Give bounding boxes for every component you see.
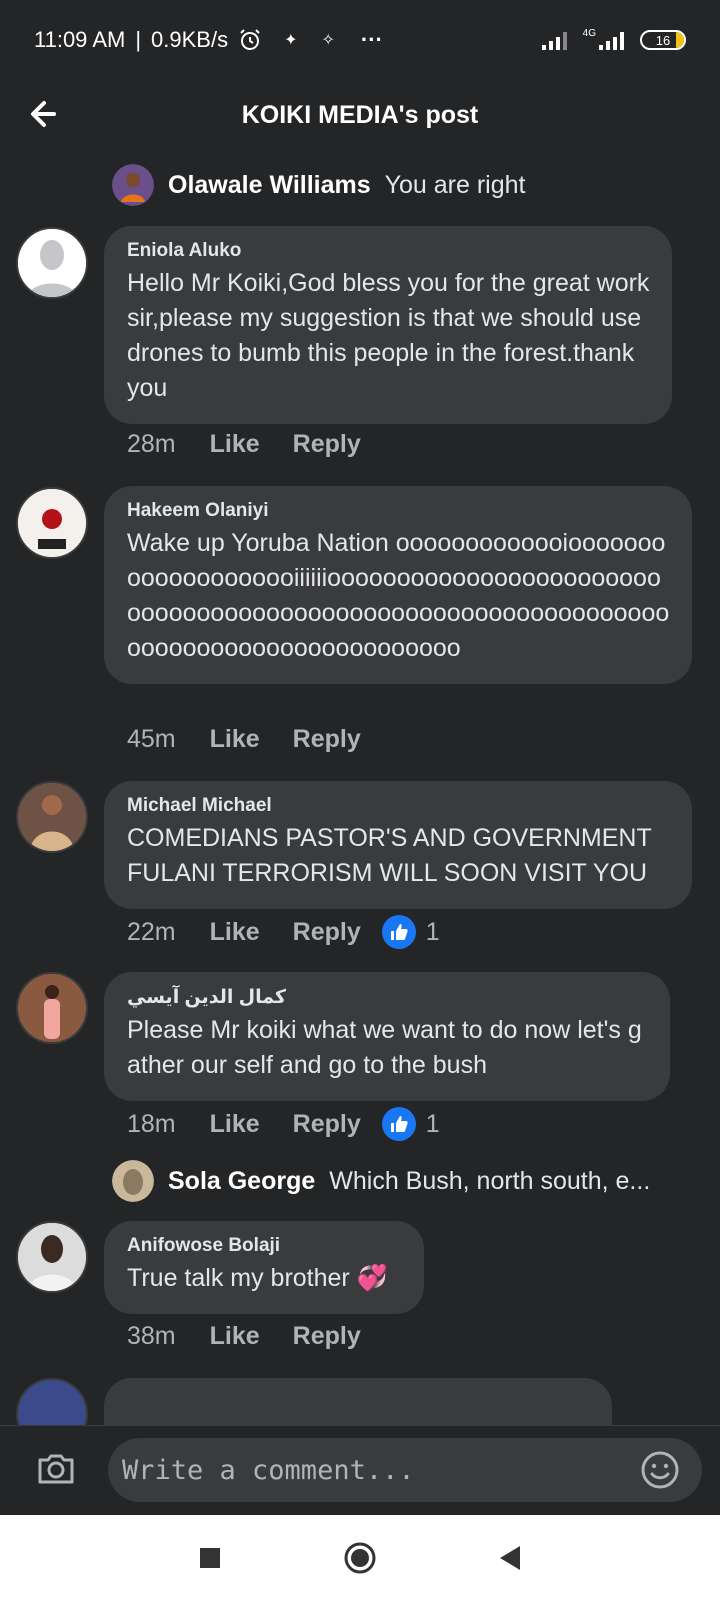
person-photo-icon xyxy=(18,783,86,851)
like-thumb-icon xyxy=(381,1107,416,1141)
signal-icon-2 xyxy=(599,32,624,50)
avatar[interactable] xyxy=(16,227,88,299)
camera-icon[interactable] xyxy=(36,1448,76,1488)
reply-preview[interactable]: Olawale Williams You are right xyxy=(112,164,526,206)
person-photo-icon xyxy=(18,974,86,1042)
status-divider: | xyxy=(135,27,142,52)
status-more: ··· xyxy=(360,27,383,52)
reply-preview[interactable]: Sola George Which Bush, north south, e..… xyxy=(112,1160,650,1202)
reply-button[interactable]: Reply xyxy=(293,1110,361,1139)
back-arrow-icon[interactable] xyxy=(28,94,68,134)
reaction-number: 1 xyxy=(425,917,440,946)
network-type: 4G xyxy=(582,27,596,39)
comment-bubble[interactable]: كمال الدين آيسي Please Mr koiki what we … xyxy=(104,972,670,1101)
like-button[interactable]: Like xyxy=(210,725,260,754)
comment-bubble[interactable]: Anifowose Bolaji True talk my brother 💞 xyxy=(104,1221,424,1314)
default-avatar-icon xyxy=(18,229,86,297)
rose-picture-icon xyxy=(18,489,86,557)
comment-actions: 18m Like Reply 1 xyxy=(127,1107,440,1141)
battery-percent: 16 xyxy=(655,32,671,48)
like-button[interactable]: Like xyxy=(210,1110,260,1139)
comment-time: 28m xyxy=(127,430,176,458)
reply-text: Which Bush, north south, e... xyxy=(329,1166,651,1195)
nav-recents-icon[interactable] xyxy=(190,1538,230,1578)
reaction-number: 1 xyxy=(425,1109,440,1138)
status-bar: 11:09 AM | 0.9KB/s ✦ ✧ ··· 4G 16 xyxy=(0,0,720,80)
avatar[interactable] xyxy=(112,1160,154,1202)
comment-author-name[interactable]: Hakeem Olaniyi xyxy=(127,500,670,522)
reply-button[interactable]: Reply xyxy=(293,725,361,754)
comment-text: COMEDIANS PASTOR'S AND GOVERNMENT FULANI… xyxy=(127,824,652,887)
like-button[interactable]: Like xyxy=(210,1322,260,1351)
comment-author-name[interactable]: كمال الدين آيسي xyxy=(127,986,648,1009)
comment-composer xyxy=(0,1425,720,1515)
comment-time: 22m xyxy=(127,917,176,946)
avatar[interactable] xyxy=(16,1378,88,1425)
avatar[interactable] xyxy=(112,164,154,206)
comment-bubble[interactable]: Eniola Aluko Hello Mr Koiki,God bless yo… xyxy=(104,226,672,424)
comment-actions: 22m Like Reply 1 xyxy=(127,915,440,949)
notification-icon-2: ✧ xyxy=(321,32,335,49)
nav-back-icon[interactable] xyxy=(490,1538,530,1578)
comment-author-name[interactable]: Anifowose Bolaji xyxy=(127,1235,402,1257)
avatar[interactable] xyxy=(16,487,88,559)
status-time: 11:09 AM xyxy=(34,27,126,52)
comment-text: Please Mr koiki what we want to do now l… xyxy=(127,1016,642,1079)
battery-level xyxy=(676,32,684,48)
avatar[interactable] xyxy=(16,781,88,853)
comment-time: 38m xyxy=(127,1322,176,1350)
comment-text: Wake up Yoruba Nation ooooooooooooiooooo… xyxy=(127,529,670,662)
like-button[interactable]: Like xyxy=(210,918,260,947)
status-speed: 0.9KB/s xyxy=(151,27,229,52)
reaction-count[interactable]: 1 xyxy=(381,915,440,949)
comment-bubble[interactable]: Michael Michael COMEDIANS PASTOR'S AND G… xyxy=(104,781,692,909)
person-photo-icon xyxy=(18,1223,86,1291)
comment-actions: 45m Like Reply xyxy=(127,725,394,754)
status-right: 4G 16 xyxy=(541,27,686,51)
reply-button[interactable]: Reply xyxy=(293,918,361,947)
like-button[interactable]: Like xyxy=(210,430,260,459)
like-thumb-icon xyxy=(381,915,416,949)
reply-button[interactable]: Reply xyxy=(293,1322,361,1351)
avatar[interactable] xyxy=(16,1221,88,1293)
notification-icon: ✦ xyxy=(284,32,298,49)
comment-author-name[interactable]: Michael Michael xyxy=(127,795,670,817)
comments-feed[interactable]: Olawale Williams You are right Eniola Al… xyxy=(0,150,720,1425)
emoji-icon[interactable] xyxy=(640,1450,680,1490)
battery-icon: 16 xyxy=(640,30,686,50)
post-header: KOIKI MEDIA's post xyxy=(0,80,720,150)
comment-text: True talk my brother 💞 xyxy=(127,1264,388,1292)
comment-text: Hello Mr Koiki,God bless you for the gre… xyxy=(127,269,650,402)
comment-time: 18m xyxy=(127,1109,176,1138)
comment-actions: 38m Like Reply xyxy=(127,1322,394,1351)
reaction-count[interactable]: 1 xyxy=(381,1107,440,1141)
alarm-icon xyxy=(240,29,260,50)
status-left: 11:09 AM | 0.9KB/s ✦ ✧ ··· xyxy=(34,27,383,53)
avatar[interactable] xyxy=(16,972,88,1044)
reply-author-name[interactable]: Sola George xyxy=(168,1167,315,1196)
system-navbar xyxy=(0,1515,720,1600)
comment-time: 45m xyxy=(127,725,176,753)
comment-actions: 28m Like Reply xyxy=(127,430,394,459)
reply-button[interactable]: Reply xyxy=(293,430,361,459)
page-title: KOIKI MEDIA's post xyxy=(241,100,479,129)
comment-author-name[interactable]: Eniola Aluko xyxy=(127,240,650,262)
comment-input[interactable] xyxy=(108,1438,702,1502)
reply-author-name[interactable]: Olawale Williams xyxy=(168,171,371,200)
comment-bubble[interactable] xyxy=(104,1378,612,1425)
nav-home-icon[interactable] xyxy=(340,1538,380,1578)
signal-icon xyxy=(541,32,567,50)
comment-bubble[interactable]: Hakeem Olaniyi Wake up Yoruba Nation ooo… xyxy=(104,486,692,684)
reply-text: You are right xyxy=(384,170,526,199)
